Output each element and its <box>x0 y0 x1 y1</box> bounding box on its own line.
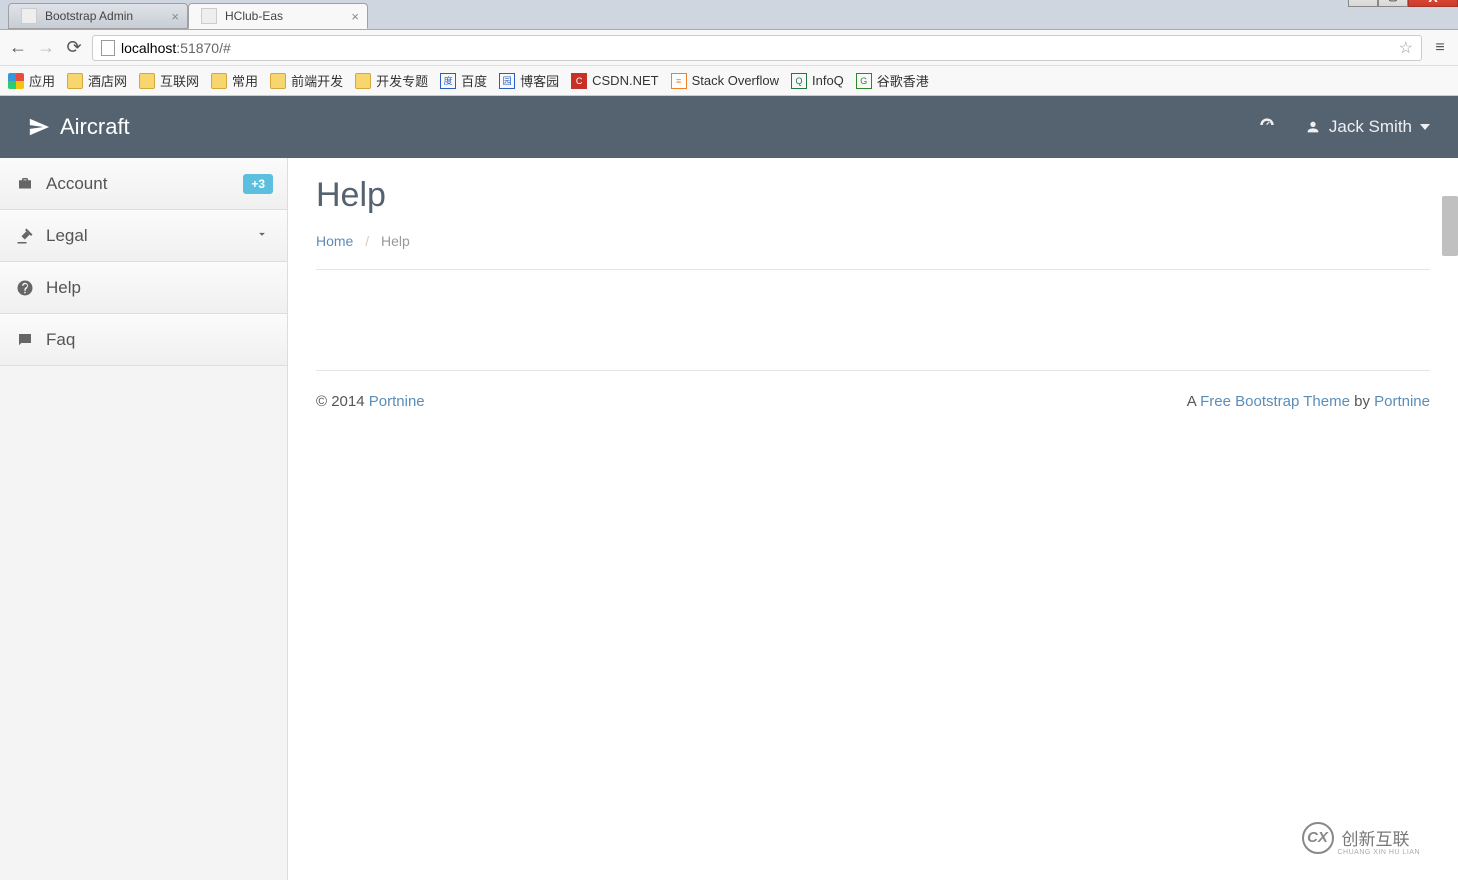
sidebar-item-legal[interactable]: Legal <box>0 210 287 262</box>
sidebar-item-label: Faq <box>46 330 75 350</box>
bookmark-item[interactable]: G谷歌香港 <box>856 71 929 90</box>
sidebar-item-label: Legal <box>46 226 88 246</box>
user-icon <box>1305 119 1321 135</box>
breadcrumb-current: Help <box>381 233 410 249</box>
folder-icon <box>270 73 286 89</box>
bookmark-item[interactable]: QInfoQ <box>791 73 844 89</box>
dashboard-icon-button[interactable] <box>1257 115 1277 140</box>
bookmark-item[interactable]: 应用 <box>8 71 55 90</box>
folder-icon <box>211 73 227 89</box>
window-maximize-button[interactable]: ▢ <box>1378 0 1408 7</box>
reload-button[interactable]: ⟳ <box>64 38 84 58</box>
breadcrumb: Home / Help <box>316 233 1430 270</box>
sidebar-item-label: Account <box>46 174 107 194</box>
user-menu[interactable]: Jack Smith <box>1305 117 1430 137</box>
forward-button[interactable]: → <box>36 38 56 58</box>
bookmark-item[interactable]: 前端开发 <box>270 71 343 90</box>
main-content: Help Home / Help © 2014 Portnine A Free … <box>288 158 1458 880</box>
url-path: /# <box>219 40 231 56</box>
bookmark-item[interactable]: 常用 <box>211 71 258 90</box>
footer-link-portnine2[interactable]: Portnine <box>1374 393 1430 410</box>
site-icon: ≡ <box>671 73 687 89</box>
page-title: Help <box>316 176 1430 215</box>
dashboard-icon <box>1257 115 1277 135</box>
footer-right-mid: by <box>1350 393 1374 410</box>
bookmark-item[interactable]: 园博客园 <box>499 71 559 90</box>
site-icon: C <box>571 73 587 89</box>
close-tab-icon[interactable]: × <box>171 9 179 24</box>
sidebar-item-faq[interactable]: Faq <box>0 314 287 366</box>
footer: © 2014 Portnine A Free Bootstrap Theme b… <box>316 370 1430 410</box>
sidebar: Account +3 Legal Help Faq <box>0 158 288 880</box>
apps-icon <box>8 73 24 89</box>
browser-menu-button[interactable]: ≡ <box>1430 39 1450 57</box>
sidebar-item-label: Help <box>46 278 81 298</box>
question-icon <box>16 279 34 297</box>
footer-link-theme[interactable]: Free Bootstrap Theme <box>1200 393 1350 410</box>
folder-icon <box>139 73 155 89</box>
page-content: Aircraft Jack Smith Account +3 <box>0 96 1458 880</box>
url-host: localhost <box>121 40 176 56</box>
bookmark-bar: 应用 酒店网 互联网 常用 前端开发 开发专题 度百度 园博客园 CCSDN.N… <box>0 66 1458 96</box>
breadcrumb-home-link[interactable]: Home <box>316 233 353 249</box>
bookmark-item[interactable]: 互联网 <box>139 71 199 90</box>
url-port: :51870 <box>176 40 219 56</box>
bookmark-item[interactable]: 酒店网 <box>67 71 127 90</box>
browser-tab[interactable]: HClub-Eas × <box>188 3 368 29</box>
tab-title: Bootstrap Admin <box>45 9 133 23</box>
site-icon: G <box>856 73 872 89</box>
sidebar-item-account[interactable]: Account +3 <box>0 158 287 210</box>
close-tab-icon[interactable]: × <box>351 9 359 24</box>
brand-text: Aircraft <box>60 114 130 140</box>
app-topbar: Aircraft Jack Smith <box>0 96 1458 158</box>
site-icon: 园 <box>499 73 515 89</box>
bookmark-item[interactable]: ≡Stack Overflow <box>671 73 779 89</box>
folder-icon <box>67 73 83 89</box>
url-input[interactable]: localhost:51870/# ☆ <box>92 35 1422 61</box>
chevron-down-icon <box>1420 124 1430 130</box>
watermark-logo: CX <box>1302 822 1334 854</box>
browser-address-bar: ← → ⟳ localhost:51870/# ☆ ≡ <box>0 30 1458 66</box>
user-name: Jack Smith <box>1329 117 1412 137</box>
browser-tab-strip: — ▢ X Bootstrap Admin × HClub-Eas × <box>0 0 1458 30</box>
paper-plane-icon <box>28 116 50 138</box>
watermark-text: 创新互联 <box>1342 825 1410 850</box>
browser-tab[interactable]: Bootstrap Admin × <box>8 3 188 29</box>
page-icon <box>21 8 37 24</box>
sidebar-badge: +3 <box>243 174 273 194</box>
bookmark-item[interactable]: 开发专题 <box>355 71 428 90</box>
sidebar-item-help[interactable]: Help <box>0 262 287 314</box>
watermark: CX 创新互联 CHUANG XIN HU LIAN <box>1273 815 1438 860</box>
chevron-down-icon <box>255 226 269 246</box>
brand[interactable]: Aircraft <box>28 114 130 140</box>
briefcase-icon <box>16 175 34 193</box>
page-icon <box>101 40 115 56</box>
gavel-icon <box>16 227 34 245</box>
breadcrumb-separator: / <box>365 233 369 249</box>
back-button[interactable]: ← <box>8 38 28 58</box>
site-icon: Q <box>791 73 807 89</box>
footer-link-portnine[interactable]: Portnine <box>369 393 425 410</box>
folder-icon <box>355 73 371 89</box>
window-close-button[interactable]: X <box>1408 0 1458 7</box>
bookmark-item[interactable]: 度百度 <box>440 71 487 90</box>
footer-right-prefix: A <box>1187 393 1200 410</box>
window-minimize-button[interactable]: — <box>1348 0 1378 7</box>
site-icon: 度 <box>440 73 456 89</box>
comment-icon <box>16 331 34 349</box>
watermark-subtext: CHUANG XIN HU LIAN <box>1337 849 1420 856</box>
page-icon <box>201 8 217 24</box>
bookmark-item[interactable]: CCSDN.NET <box>571 73 658 89</box>
copyright-prefix: © 2014 <box>316 393 369 410</box>
tab-title: HClub-Eas <box>225 9 283 23</box>
bookmark-star-icon[interactable]: ☆ <box>1399 38 1413 58</box>
